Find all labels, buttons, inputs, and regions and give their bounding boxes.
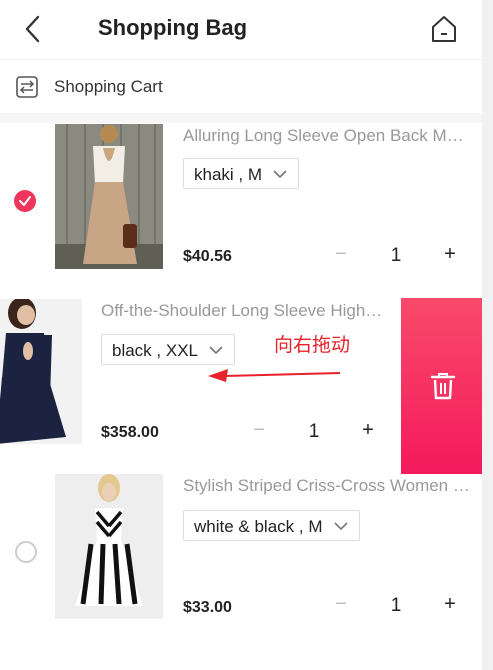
chevron-left-icon xyxy=(25,15,40,43)
swipe-hint-annotation: 向右拖动 xyxy=(274,335,351,356)
variant-select[interactable]: khaki , M xyxy=(183,158,300,189)
product-name[interactable]: Stylish Striped Criss-Cross Women Dress xyxy=(183,476,471,496)
arrow-left-icon xyxy=(208,369,341,382)
quantity-increase-button[interactable]: + xyxy=(437,242,463,268)
home-icon xyxy=(432,16,456,42)
product-price: $33.00 xyxy=(183,599,232,616)
shopping-cart-section: Shopping Cart xyxy=(0,61,482,113)
variant-value: black , XXL xyxy=(112,341,198,360)
quantity-decrease-button[interactable]: − xyxy=(246,418,272,444)
item-select-checkbox[interactable] xyxy=(14,190,36,212)
app-header: Shopping Bag xyxy=(0,0,482,60)
quantity-decrease-button[interactable]: − xyxy=(328,592,354,618)
cart-list-icon xyxy=(16,76,38,98)
trash-icon xyxy=(430,373,456,400)
shopping-cart-label: Shopping Cart xyxy=(54,77,163,96)
variant-value: white & black , M xyxy=(194,517,323,536)
page-title: Shopping Bag xyxy=(98,15,248,40)
quantity-increase-button[interactable]: + xyxy=(355,418,381,444)
back-button[interactable] xyxy=(18,12,50,46)
quantity-value: 1 xyxy=(390,595,402,616)
delete-button[interactable] xyxy=(401,298,483,474)
check-icon xyxy=(19,196,31,206)
product-price: $358.00 xyxy=(101,424,159,441)
item-select-checkbox[interactable] xyxy=(15,541,37,563)
product-image[interactable] xyxy=(55,124,163,269)
product-name[interactable]: Alluring Long Sleeve Open Back Maxi Dres… xyxy=(183,126,471,146)
quantity-value: 1 xyxy=(390,245,402,266)
quantity-value: 1 xyxy=(308,421,320,442)
variant-value: khaki , M xyxy=(194,165,263,184)
product-price: $40.56 xyxy=(183,248,232,265)
product-name[interactable]: Off-the-Shoulder Long Sleeve High Low Dr… xyxy=(101,301,383,321)
variant-select[interactable]: black , XXL xyxy=(101,334,235,365)
product-image[interactable] xyxy=(55,474,163,619)
scrollbar[interactable] xyxy=(482,0,493,670)
product-image[interactable] xyxy=(0,299,82,444)
quantity-decrease-button[interactable]: − xyxy=(328,242,354,268)
variant-select[interactable]: white & black , M xyxy=(183,510,360,541)
chevron-down-icon xyxy=(273,170,287,179)
chevron-down-icon xyxy=(333,522,348,531)
chevron-down-icon xyxy=(209,346,223,355)
quantity-increase-button[interactable]: + xyxy=(437,592,463,618)
home-button[interactable] xyxy=(426,12,462,46)
section-divider xyxy=(0,113,482,123)
